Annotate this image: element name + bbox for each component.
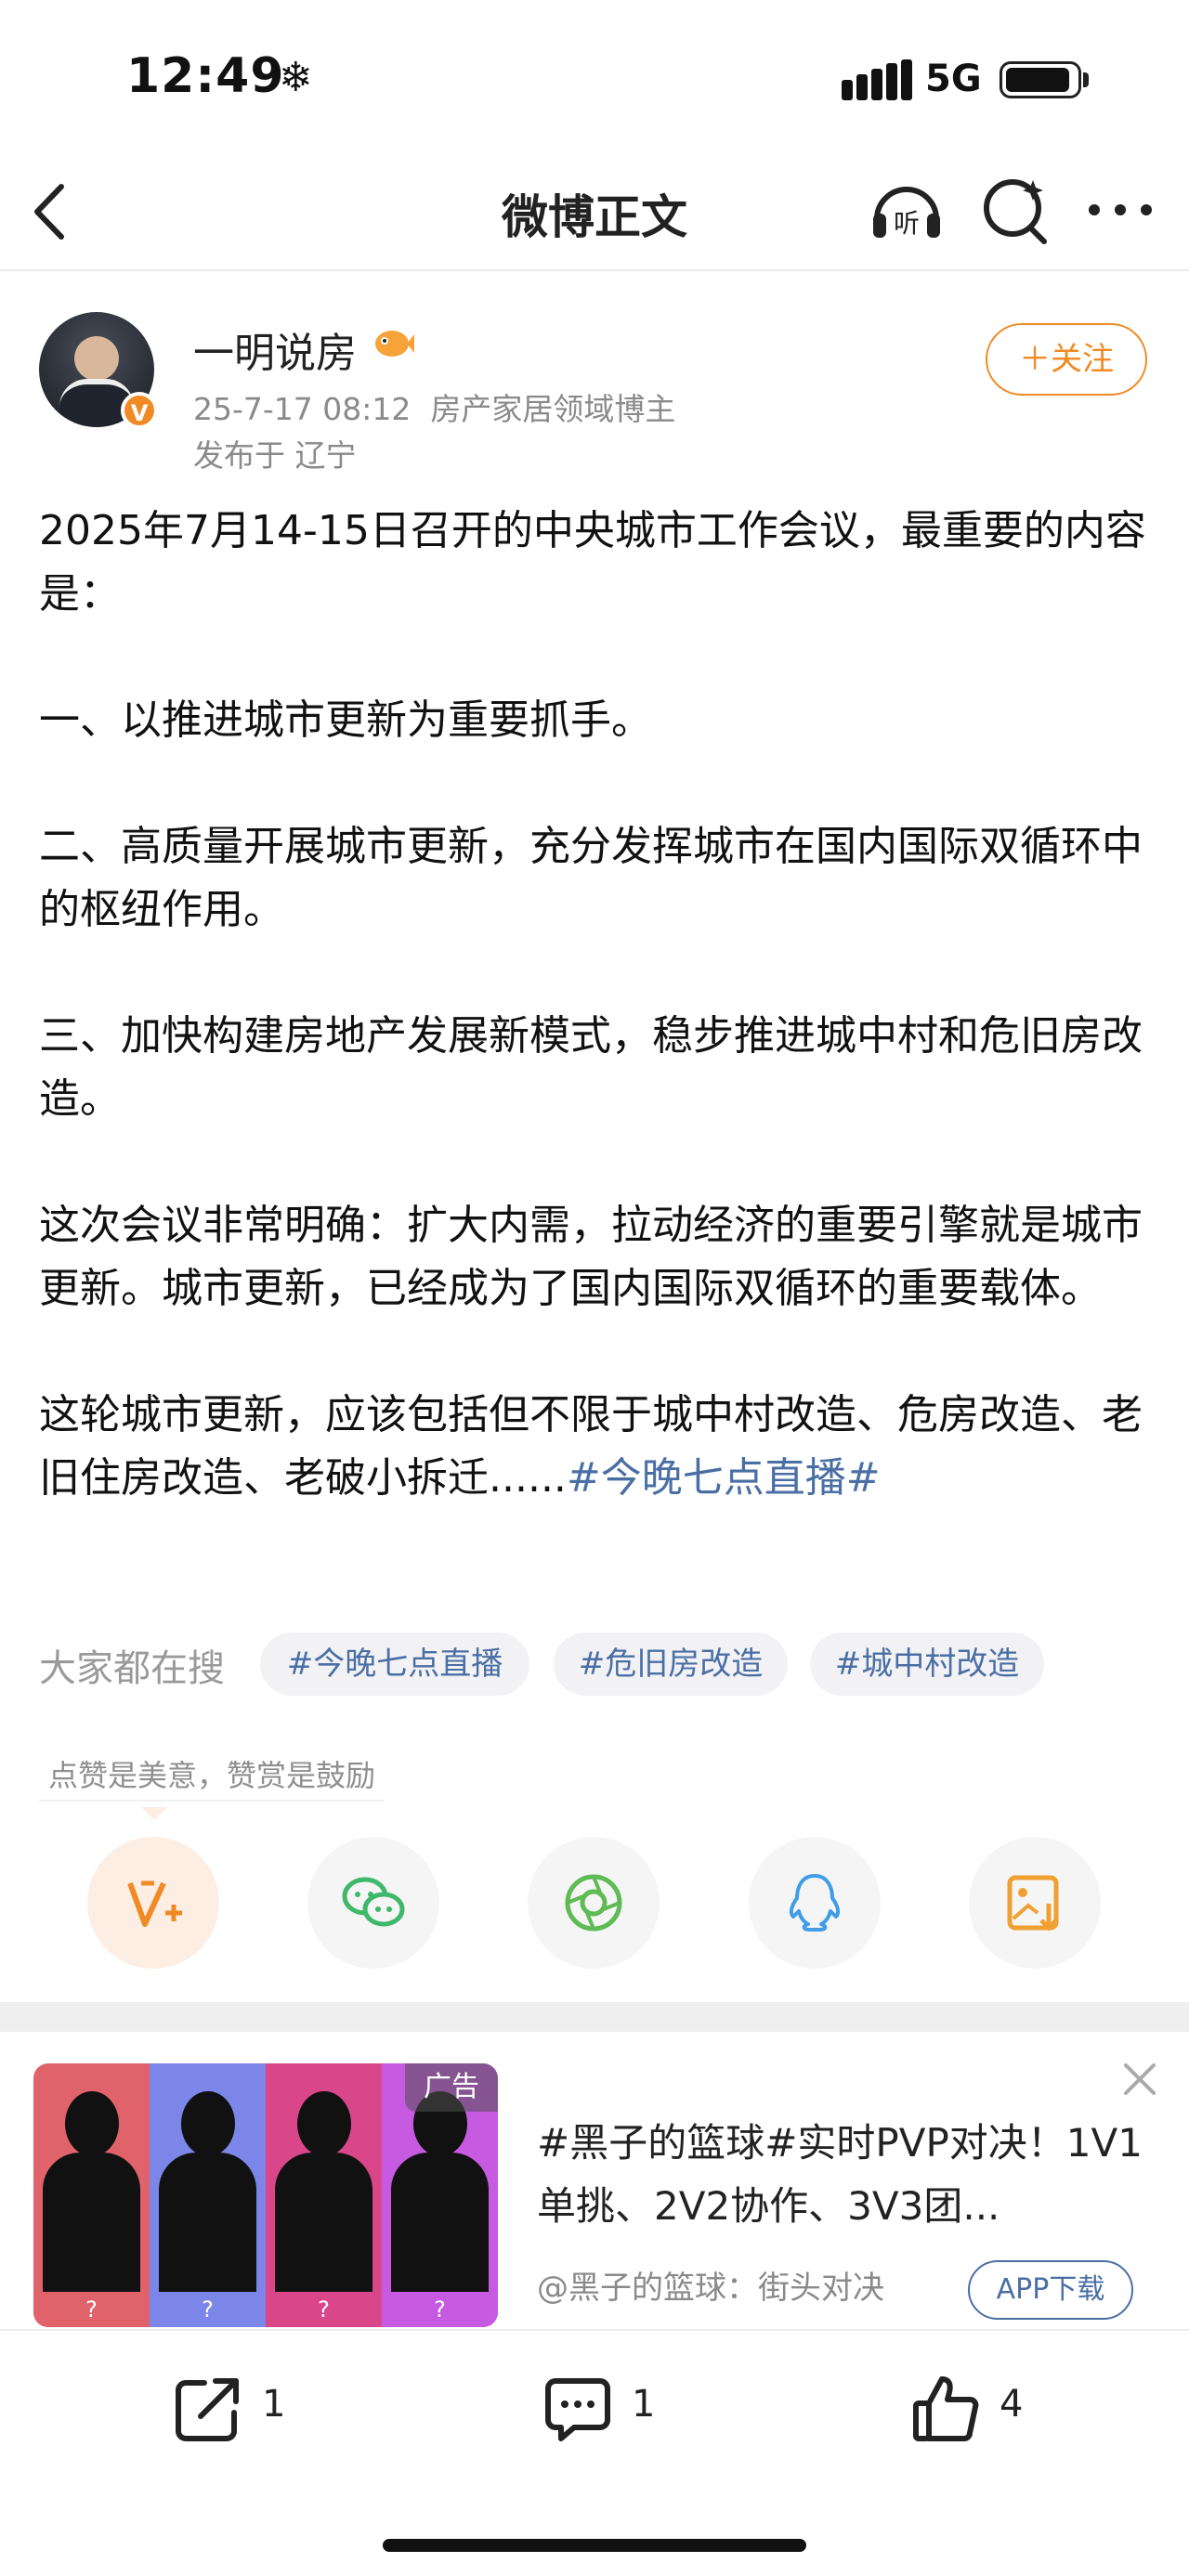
ad-title[interactable]: #黑子的篮球#实时PVP对决！1V1单挑、2V2协作、3V3团... bbox=[537, 2112, 1150, 2238]
like-count: 4 bbox=[1000, 2383, 1024, 2426]
hashtag-link[interactable]: #今晚七点直播# bbox=[567, 1454, 881, 1502]
signal-icon bbox=[842, 59, 912, 100]
post-paragraph-last: 这轮城市更新，应该包括但不限于城中村改造、危房改造、老旧住房改造、老破小拆迁..… bbox=[39, 1384, 1154, 1510]
post-date: 25-7-17 08:12 bbox=[193, 391, 412, 427]
nav-divider bbox=[0, 269, 1189, 271]
share-wechat-button[interactable] bbox=[307, 1837, 439, 1969]
verified-badge-icon: V bbox=[121, 392, 158, 429]
reward-tip: 点赞是美意，赞赏是鼓励 bbox=[39, 1751, 385, 1802]
ad-panel-mark: ? bbox=[33, 2292, 150, 2327]
comment-count: 1 bbox=[632, 2383, 656, 2426]
post-meta: 25-7-17 08:12 房产家居领域博主 bbox=[193, 384, 675, 429]
search-label: 大家都在搜 bbox=[39, 1647, 225, 1690]
share-moments-button[interactable] bbox=[528, 1837, 660, 1969]
network-type: 5G bbox=[925, 58, 982, 100]
reward-icon bbox=[127, 1880, 182, 1927]
author-category: 房产家居领域博主 bbox=[430, 391, 676, 427]
ad-panel-mark: ? bbox=[150, 2292, 266, 2327]
battery-icon bbox=[1000, 61, 1081, 98]
status-time: 12:49 bbox=[126, 48, 285, 104]
close-icon[interactable] bbox=[1120, 2060, 1159, 2099]
ad-panel: ? bbox=[150, 2063, 266, 2327]
battery-tip bbox=[1083, 72, 1089, 87]
save-image-icon bbox=[1007, 1875, 1059, 1932]
ad-badge: 广告 bbox=[405, 2063, 498, 2112]
author-name[interactable]: 一明说房 bbox=[193, 319, 357, 379]
post-paragraph: 一、以推进城市更新为重要抓手。 bbox=[39, 696, 652, 744]
svg-text:听: 听 bbox=[894, 208, 920, 239]
section-separator bbox=[0, 2002, 1189, 2032]
post-paragraph: 这次会议非常明确：扩大内需，拉动经济的重要引擎就是城市更新。城市更新，已经成为了… bbox=[39, 1202, 1143, 1312]
share-qq-button[interactable] bbox=[749, 1837, 881, 1969]
more-icon[interactable] bbox=[1081, 171, 1159, 249]
snowflake-icon: ❄ bbox=[279, 54, 313, 101]
post-paragraph: 三、加快构建房地产发展新模式，稳步推进城中村和危旧房改造。 bbox=[39, 1012, 1143, 1123]
listen-icon[interactable]: 听 bbox=[868, 171, 946, 249]
follow-button[interactable]: ＋关注 bbox=[986, 323, 1147, 396]
search-chip[interactable]: #今晚七点直播 bbox=[260, 1633, 529, 1696]
app-download-button[interactable]: APP下载 bbox=[968, 2260, 1133, 2320]
post-body: 2025年7月14-15日召开的中央城市工作会议，最重要的内容是： 一、以推进城… bbox=[39, 500, 1154, 1510]
repost-icon[interactable] bbox=[173, 2374, 243, 2444]
comment-icon[interactable] bbox=[542, 2374, 613, 2444]
wechat-icon bbox=[342, 1877, 405, 1927]
tip-caret bbox=[141, 1807, 167, 1820]
ad-panel-mark: ? bbox=[266, 2292, 382, 2327]
search-icon[interactable] bbox=[977, 171, 1055, 249]
ad-panel-mark: ? bbox=[382, 2292, 498, 2327]
moments-icon bbox=[565, 1874, 622, 1932]
save-image-button[interactable] bbox=[969, 1837, 1101, 1969]
ad-source: @黑子的篮球：街头对决 bbox=[537, 2270, 884, 2307]
post-paragraph: 二、高质量开展城市更新，充分发挥城市在国内国际双循环中的枢纽作用。 bbox=[39, 823, 1143, 933]
action-bar-divider bbox=[0, 2329, 1189, 2331]
home-indicator[interactable] bbox=[383, 2539, 806, 2552]
like-icon[interactable] bbox=[910, 2374, 981, 2444]
post-paragraph: 2025年7月14-15日召开的中央城市工作会议，最重要的内容是： bbox=[39, 507, 1146, 618]
fish-badge-icon bbox=[375, 331, 414, 357]
qq-icon bbox=[789, 1874, 841, 1932]
ad-panel: ? bbox=[33, 2063, 150, 2327]
post-location: 发布于 辽宁 bbox=[193, 437, 357, 474]
repost-count: 1 bbox=[262, 2383, 286, 2426]
ad-panel: ? bbox=[266, 2063, 382, 2327]
reward-button[interactable] bbox=[87, 1837, 219, 1969]
search-chip[interactable]: #城中村改造 bbox=[810, 1633, 1044, 1696]
search-chip[interactable]: #危旧房改造 bbox=[554, 1633, 788, 1696]
